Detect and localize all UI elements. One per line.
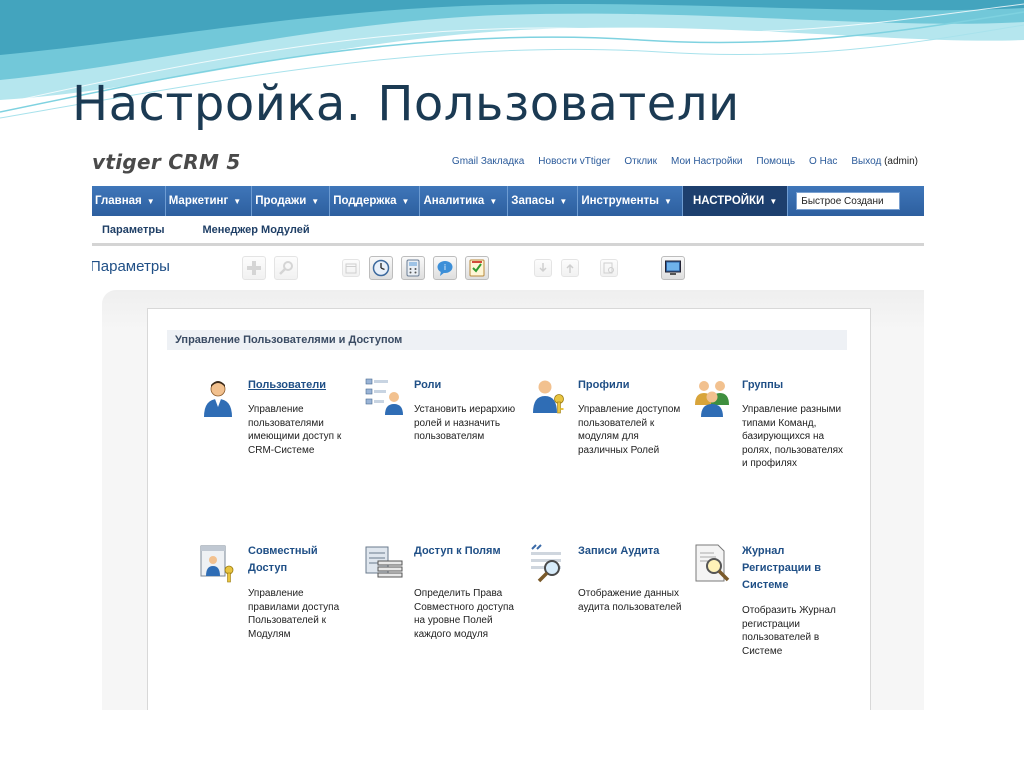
shared-access-link[interactable]: Совместный Доступ — [248, 543, 358, 577]
tab-marketing[interactable]: Маркетинг ▼ — [166, 186, 253, 216]
tab-label: Продажи — [255, 195, 307, 207]
calendar-icon[interactable] — [342, 259, 360, 277]
audit-trail-icon[interactable] — [528, 543, 568, 583]
tab-analytics[interactable]: Аналитика ▼ — [420, 186, 509, 216]
chat-icon[interactable]: i — [433, 256, 457, 280]
module-users: Пользователи Управление пользователями и… — [198, 377, 363, 537]
user-icon[interactable] — [198, 377, 238, 417]
about-link[interactable]: О Нас — [809, 156, 837, 167]
chevron-down-icon: ▼ — [146, 196, 155, 206]
import-icon[interactable] — [534, 259, 552, 277]
chevron-down-icon: ▼ — [559, 196, 568, 206]
top-links: Gmail Закладка Новости vTtiger Отклик Мо… — [452, 156, 918, 167]
audit-trails-description: Отображение данных аудита пользователей — [578, 588, 682, 613]
groups-description: Управление разными типами Команд, базиру… — [742, 404, 844, 470]
crm-screenshot: vtiger CRM 5 Gmail Закладка Новости vTti… — [92, 142, 924, 710]
add-icon[interactable] — [242, 256, 266, 280]
profile-key-icon[interactable] — [528, 377, 568, 417]
tab-settings[interactable]: НАСТРОЙКИ ▼ — [682, 186, 789, 216]
tab-label: Маркетинг — [168, 195, 229, 207]
my-preferences-link[interactable]: Мои Настройки — [671, 156, 742, 167]
vcard-icon[interactable] — [465, 256, 489, 280]
tab-label: Поддержка — [333, 195, 397, 207]
roles-hierarchy-icon[interactable] — [364, 377, 404, 417]
chevron-down-icon: ▼ — [311, 196, 320, 206]
quick-create-select[interactable]: Быстрое Создани — [796, 192, 901, 210]
groups-icon[interactable] — [692, 377, 732, 417]
vtiger-logo: vtiger CRM 5 — [92, 150, 241, 174]
subnav-module-manager[interactable]: Менеджер Модулей — [202, 224, 309, 236]
profiles-link[interactable]: Профили — [578, 377, 688, 394]
tab-sales[interactable]: Продажи ▼ — [252, 186, 331, 216]
chevron-down-icon: ▼ — [489, 196, 498, 206]
crm-header: vtiger CRM 5 Gmail Закладка Новости vTti… — [92, 142, 924, 182]
roles-description: Установить иерархию ролей и назначить по… — [414, 404, 516, 443]
tab-home[interactable]: Главная ▼ — [92, 186, 166, 216]
shared-access-icon[interactable] — [198, 543, 238, 583]
tab-tools[interactable]: Инструменты ▼ — [578, 186, 683, 216]
vtiger-news-link[interactable]: Новости vTtiger — [538, 156, 610, 167]
svg-text:i: i — [444, 263, 446, 272]
slide-title: Настройка. Пользователи — [72, 76, 740, 132]
module-profiles: Профили Управление доступом пользователе… — [528, 377, 693, 537]
module-groups: Группы Управление разными типами Команд,… — [692, 377, 857, 537]
chevron-down-icon: ▼ — [233, 196, 242, 206]
subnav-settings[interactable]: Параметры — [102, 224, 164, 236]
login-history-icon[interactable] — [692, 543, 732, 583]
audit-trails-link[interactable]: Записи Аудита — [578, 543, 688, 560]
module-roles: Роли Установить иерархию ролей и назначи… — [364, 377, 529, 537]
login-history-description: Отобразить Журнал регистрации пользовате… — [742, 605, 836, 657]
roles-link[interactable]: Роли — [414, 377, 524, 394]
users-link[interactable]: Пользователи — [248, 377, 358, 394]
profiles-description: Управление доступом пользователей к моду… — [578, 404, 681, 456]
monitor-icon[interactable] — [661, 256, 685, 280]
find-duplicates-icon[interactable] — [600, 259, 618, 277]
logout-link[interactable]: Выход (admin) — [851, 156, 918, 167]
module-field-access: Доступ к Полям Определить Права Совместн… — [364, 543, 529, 703]
tab-label: НАСТРОЙКИ — [692, 195, 765, 207]
current-user: (admin) — [884, 156, 918, 167]
field-access-description: Определить Права Совместного доступа на … — [414, 588, 514, 640]
main-nav: Главная ▼ Маркетинг ▼ Продажи ▼ Поддержка ▼ … — [92, 186, 924, 216]
gmail-bookmark-link[interactable]: Gmail Закладка — [452, 156, 524, 167]
field-access-icon[interactable] — [364, 543, 404, 583]
toolbar: Параметры i — [92, 252, 924, 284]
chevron-down-icon: ▼ — [664, 196, 672, 206]
field-access-link[interactable]: Доступ к Полям — [414, 543, 524, 560]
module-login-history: Журнал Регистрации в Системе Отобразить … — [692, 543, 857, 703]
tab-label: Инструменты — [581, 195, 660, 207]
clock-icon[interactable] — [369, 256, 393, 280]
shared-access-description: Управление правилами доступа Пользовател… — [248, 588, 340, 640]
chevron-down-icon: ▼ — [401, 196, 410, 206]
section-header: Управление Пользователями и Доступом — [167, 330, 847, 350]
tab-support[interactable]: Поддержка ▼ — [330, 186, 421, 216]
tab-label: Главная — [95, 195, 142, 207]
tab-inventory[interactable]: Запасы ▼ — [508, 186, 579, 216]
search-icon[interactable] — [274, 256, 298, 280]
page-label: Параметры — [92, 258, 170, 275]
tab-label: Запасы — [511, 195, 555, 207]
calculator-icon[interactable] — [401, 256, 425, 280]
help-link[interactable]: Помощь — [756, 156, 795, 167]
module-audit-trails: Записи Аудита Отображение данных аудита … — [528, 543, 693, 703]
groups-link[interactable]: Группы — [742, 377, 852, 394]
feedback-link[interactable]: Отклик — [624, 156, 657, 167]
export-icon[interactable] — [561, 259, 579, 277]
login-history-link[interactable]: Журнал Регистрации в Системе — [742, 543, 852, 594]
sub-nav: Параметры Менеджер Модулей — [92, 216, 924, 246]
users-description: Управление пользователями имеющими досту… — [248, 404, 342, 456]
chevron-down-icon: ▼ — [769, 196, 778, 206]
logout-label[interactable]: Выход — [851, 156, 881, 167]
tab-label: Аналитика — [423, 195, 485, 207]
module-shared-access: Совместный Доступ Управление правилами д… — [198, 543, 363, 703]
